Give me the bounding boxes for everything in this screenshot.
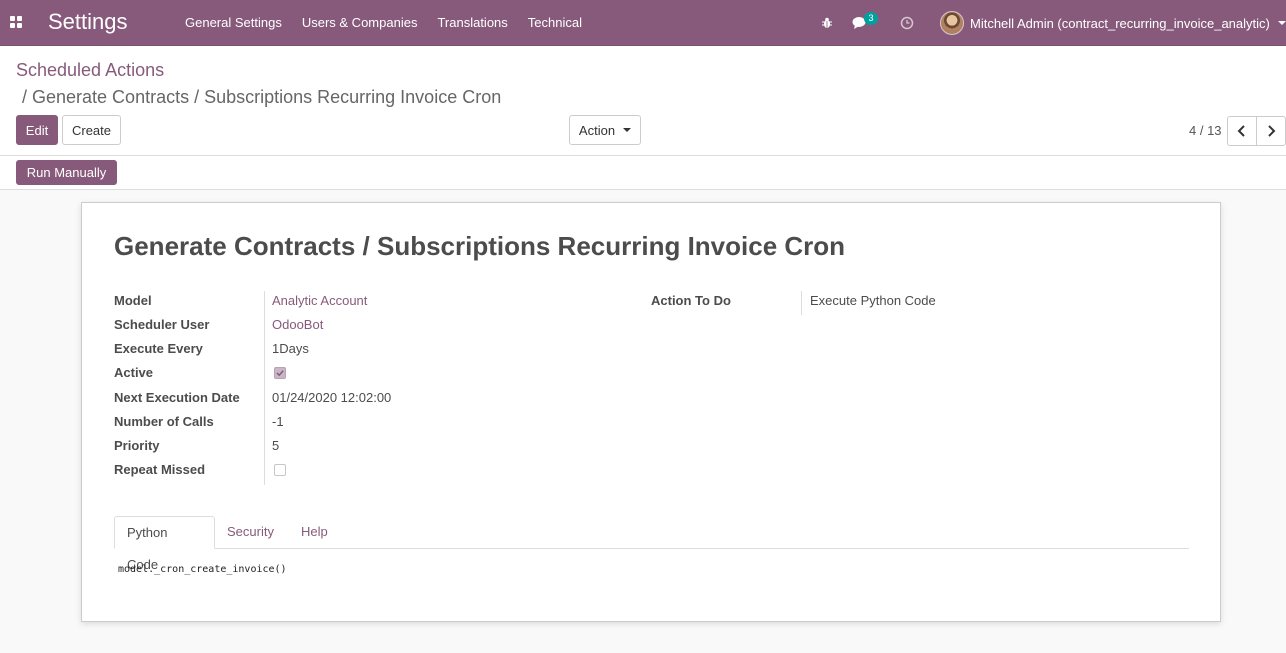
caret-down-icon (1277, 21, 1286, 25)
user-name: Mitchell Admin (contract_recurring_invoi… (970, 15, 1270, 31)
menu-translations[interactable]: Translations (427, 0, 517, 46)
divider (0, 189, 1286, 190)
bug-icon[interactable] (818, 0, 836, 46)
priority-label: Priority (114, 438, 160, 453)
pager-next-button[interactable] (1256, 116, 1286, 146)
notebook-tabs: Python Code Security Help (114, 516, 1189, 572)
column-separator (264, 291, 265, 485)
tab-security[interactable]: Security (215, 516, 286, 549)
apps-icon[interactable] (10, 16, 22, 28)
action-to-do-label: Action To Do (651, 293, 731, 308)
app-title[interactable]: Settings (48, 9, 128, 35)
pager-previous-button[interactable] (1227, 116, 1257, 146)
tab-help[interactable]: Help (289, 516, 340, 549)
model-value[interactable]: Analytic Account (272, 293, 367, 308)
next-execution-date-label: Next Execution Date (114, 390, 240, 405)
next-execution-date-value: 01/24/2020 12:02:00 (272, 390, 392, 405)
top-navbar: Settings General Settings Users & Compan… (0, 0, 1286, 46)
menu-users-companies[interactable]: Users & Companies (292, 0, 428, 46)
python-code[interactable]: model._cron_create_invoice() (118, 564, 287, 575)
messages-badge: 3 (864, 12, 878, 25)
control-panel: Scheduled Actions / Generate Contracts /… (0, 46, 1286, 190)
column-separator (801, 291, 802, 315)
pager-value[interactable]: 4 / 13 (1189, 123, 1222, 138)
number-of-calls-label: Number of Calls (114, 414, 214, 429)
avatar (940, 11, 964, 35)
scheduler-user-value[interactable]: OdooBot (272, 317, 323, 332)
menu-general-settings[interactable]: General Settings (175, 0, 292, 46)
repeat-missed-checkbox[interactable] (274, 464, 286, 476)
breadcrumb-current: / Generate Contracts / Subscriptions Rec… (22, 87, 502, 107)
run-manually-button[interactable]: Run Manually (16, 160, 117, 185)
chevron-right-icon (1268, 125, 1276, 137)
action-to-do-value: Execute Python Code (810, 293, 936, 308)
execute-every-label: Execute Every (114, 341, 203, 356)
divider (0, 155, 1286, 156)
chevron-left-icon (1237, 125, 1245, 137)
repeat-missed-label: Repeat Missed (114, 462, 206, 477)
tab-python-code[interactable]: Python Code (114, 516, 215, 572)
user-menu[interactable]: Mitchell Admin (contract_recurring_invoi… (940, 10, 1286, 36)
active-checkbox[interactable] (274, 367, 286, 379)
edit-button[interactable]: Edit (16, 115, 58, 145)
action-dropdown[interactable]: Action (569, 115, 641, 145)
breadcrumb-parent[interactable]: Scheduled Actions (16, 60, 164, 81)
scheduler-user-label: Scheduler User (114, 317, 210, 332)
caret-down-icon (623, 128, 632, 132)
clock-icon[interactable] (898, 0, 916, 46)
check-icon (276, 370, 284, 377)
main-menu: General Settings Users & Companies Trans… (175, 0, 592, 46)
action-label: Action (578, 122, 616, 138)
menu-technical[interactable]: Technical (518, 0, 592, 46)
create-button[interactable]: Create (62, 115, 121, 145)
form-sheet: Generate Contracts / Subscriptions Recur… (81, 202, 1221, 622)
execute-every-value: 1Days (272, 341, 309, 356)
model-label: Model (114, 293, 152, 308)
number-of-calls-value: -1 (272, 414, 284, 429)
active-label: Active (114, 365, 154, 380)
record-title: Generate Contracts / Subscriptions Recur… (114, 231, 846, 261)
priority-value: 5 (272, 438, 280, 453)
